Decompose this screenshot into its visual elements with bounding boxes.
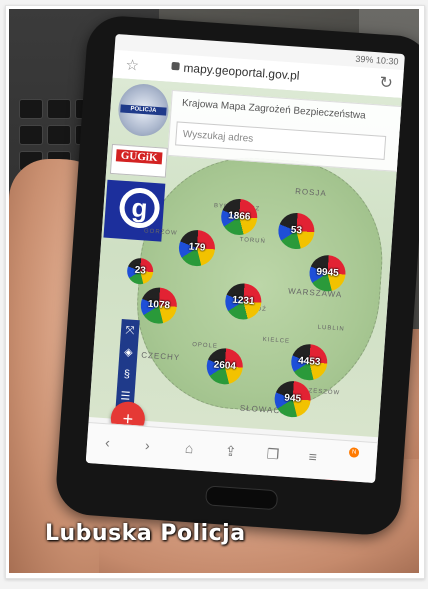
cluster-count: 1231 (231, 294, 255, 308)
cluster-count: 1078 (147, 298, 171, 312)
cluster-count: 2604 (213, 359, 237, 373)
clock: 10:30 (375, 55, 399, 67)
gugik-logo[interactable]: GUGiK (109, 143, 168, 178)
police-badge-text: POLICJA (120, 104, 167, 116)
cluster-count: 4453 (297, 355, 321, 368)
url-text[interactable]: mapy.geoportal.gov.pl (183, 61, 300, 83)
watermark-text: Lubuska Policja (45, 521, 246, 546)
poland-shape (130, 150, 390, 419)
legal-icon[interactable]: § (117, 363, 136, 386)
bookmark-star-icon[interactable]: ☆ (125, 56, 140, 75)
cluster-count: 179 (188, 241, 206, 254)
map-label: CZECHY (141, 350, 181, 363)
police-badge-logo: POLICJA (116, 82, 171, 138)
menu-icon[interactable]: ≡ (308, 448, 317, 465)
cluster-count: 945 (283, 392, 302, 405)
gugik-logo-text: GUGiK (115, 149, 163, 165)
battery-level: 39% (355, 53, 374, 65)
cluster-count: 1866 (227, 210, 251, 223)
back-icon[interactable]: ‹ (105, 434, 111, 450)
app-title: Krajowa Mapa Zagrożeń Bezpieczeństwa (181, 97, 366, 122)
phone-home-button[interactable] (205, 485, 279, 511)
geoportal-logo-glyph: g (118, 186, 161, 230)
cluster-count: 53 (290, 224, 303, 237)
phone-screen: 39% 10:30 ☆ mapy.geoportal.gov.pl ↻ Kraj… (85, 33, 405, 484)
lock-icon (171, 61, 180, 71)
locate-icon[interactable]: ◈ (119, 341, 138, 364)
tabs-icon[interactable]: ❐ (266, 445, 280, 463)
photo: 39% 10:30 ☆ mapy.geoportal.gov.pl ↻ Kraj… (9, 9, 419, 573)
app-header-panel: Krajowa Mapa Zagrożeń Bezpieczeństwa Wys… (167, 89, 404, 172)
forward-icon[interactable]: › (145, 437, 151, 453)
cluster-count: 9945 (316, 266, 340, 280)
cluster-count: 23 (134, 264, 147, 277)
address-search-input[interactable]: Wyszukaj adres (175, 121, 387, 160)
home-icon[interactable]: ⌂ (184, 440, 194, 457)
smartphone: 39% 10:30 ☆ mapy.geoportal.gov.pl ↻ Kraj… (54, 14, 419, 537)
map-view[interactable]: Krajowa Mapa Zagrożeń Bezpieczeństwa Wys… (88, 77, 404, 484)
reload-icon[interactable]: ↻ (379, 72, 394, 93)
share-icon[interactable]: ⇪ (224, 443, 237, 461)
fullscreen-icon[interactable]: ⤧ (120, 319, 139, 342)
notification-badge: N (348, 447, 360, 458)
